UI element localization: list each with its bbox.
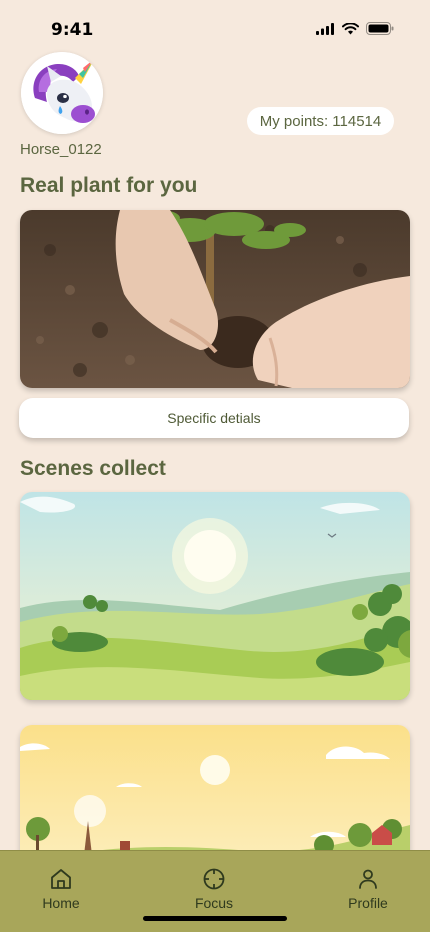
real-plant-image[interactable] xyxy=(20,210,410,388)
home-icon xyxy=(51,869,71,889)
tab-home-label: Home xyxy=(42,895,80,911)
unicorn-icon xyxy=(21,52,103,134)
specific-details-button[interactable]: Specific detials xyxy=(19,398,409,438)
signal-icon xyxy=(316,22,334,35)
meadow-scene-image xyxy=(20,492,410,700)
status-time: 9:41 xyxy=(51,20,94,40)
crosshair-icon xyxy=(203,868,225,890)
tab-profile-label: Profile xyxy=(348,895,388,911)
scene-card-meadow[interactable] xyxy=(20,492,410,700)
planting-illustration xyxy=(20,210,410,388)
status-bar: 9:41 xyxy=(0,0,430,54)
tab-focus[interactable]: Focus xyxy=(169,867,259,911)
home-indicator xyxy=(143,916,287,921)
real-plant-title: Real plant for you xyxy=(20,174,198,197)
wifi-icon xyxy=(342,22,359,34)
battery-icon xyxy=(366,22,394,35)
avatar[interactable] xyxy=(21,52,103,134)
scenes-title: Scenes collect xyxy=(20,457,166,480)
username: Horse_0122 xyxy=(20,141,102,158)
points-badge: My points: 114514 xyxy=(247,107,394,135)
tab-focus-label: Focus xyxy=(194,895,234,911)
status-icons xyxy=(316,22,394,35)
person-icon xyxy=(359,869,377,889)
tab-profile[interactable]: Profile xyxy=(323,867,413,911)
tab-home[interactable]: Home xyxy=(16,867,106,911)
